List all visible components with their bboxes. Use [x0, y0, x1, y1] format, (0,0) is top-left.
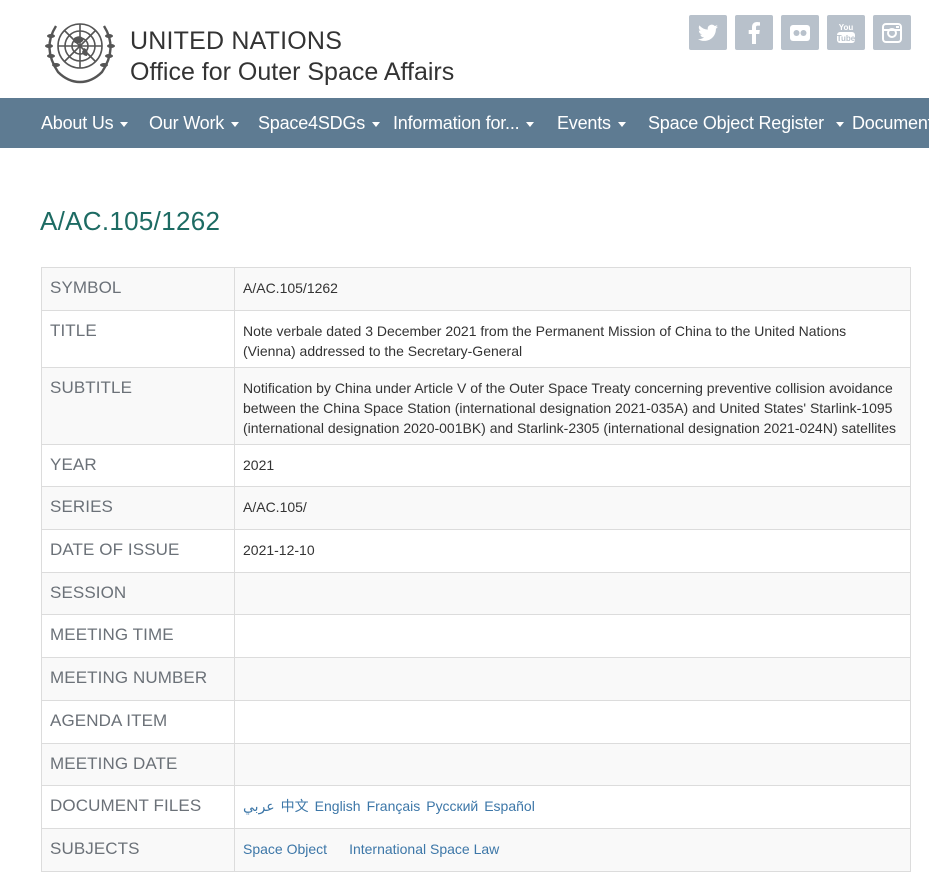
table-row: SYMBOL A/AC.105/1262: [41, 267, 911, 311]
table-row: MEETING NUMBER: [41, 657, 911, 701]
row-value: [234, 657, 911, 701]
row-value: [234, 614, 911, 658]
row-label: SERIES: [41, 486, 235, 530]
nav-item-space-object-register[interactable]: Space Object Register: [648, 98, 844, 148]
caret-down-icon: [526, 121, 535, 127]
main-navigation: About Us Our Work Space4SDGs Information…: [0, 98, 929, 148]
table-row: DATE OF ISSUE 2021-12-10: [41, 529, 911, 573]
nav-label: Events: [557, 113, 611, 133]
nav-item-events[interactable]: Events: [557, 98, 626, 148]
site-header: UNITED NATIONS Office for Outer Space Af…: [0, 0, 929, 98]
nav-label: Space Object Register: [648, 113, 824, 133]
nav-label: About Us: [41, 113, 114, 133]
caret-down-icon: [372, 121, 381, 127]
svg-text:You: You: [839, 23, 854, 32]
svg-text:Tube: Tube: [837, 34, 856, 43]
row-value: [234, 743, 911, 786]
table-row: MEETING DATE: [41, 743, 911, 786]
flickr-icon: [790, 24, 810, 41]
row-value: Note verbale dated 3 December 2021 from …: [234, 310, 911, 368]
row-label: TITLE: [41, 310, 235, 368]
row-value: 2021-12-10: [234, 529, 911, 573]
facebook-button[interactable]: [735, 15, 773, 50]
table-row: SERIES A/AC.105/: [41, 486, 911, 530]
nav-label: Information for...: [393, 113, 520, 133]
row-label: SUBTITLE: [41, 367, 235, 445]
row-value: [234, 572, 911, 615]
nav-item-documents[interactable]: Documents: [852, 98, 929, 148]
nav-item-about-us[interactable]: About Us: [41, 98, 129, 148]
file-link-spanish[interactable]: Español: [484, 798, 535, 814]
subject-link-space-object[interactable]: Space Object: [243, 841, 327, 857]
row-label: MEETING NUMBER: [41, 657, 235, 701]
social-links: You Tube: [689, 15, 911, 50]
caret-down-icon: [617, 121, 626, 127]
document-metadata-table: SYMBOL A/AC.105/1262 TITLE Note verbale …: [41, 267, 911, 872]
nav-label: Our Work: [149, 113, 225, 133]
facebook-icon: [748, 21, 760, 44]
row-label: SUBJECTS: [41, 828, 235, 872]
page-title: A/AC.105/1262: [40, 206, 221, 236]
nav-label: Space4SDGs: [258, 113, 366, 133]
youtube-icon: You Tube: [837, 23, 856, 43]
caret-down-icon: [835, 121, 844, 127]
row-value: A/AC.105/: [234, 486, 911, 530]
twitter-icon: [698, 24, 718, 41]
table-row: MEETING TIME: [41, 614, 911, 658]
row-label: MEETING TIME: [41, 614, 235, 658]
un-emblem-icon[interactable]: [40, 14, 120, 84]
row-label: DOCUMENT FILES: [41, 785, 235, 829]
row-label: DATE OF ISSUE: [41, 529, 235, 573]
file-link-french[interactable]: Français: [367, 798, 421, 814]
table-row: TITLE Note verbale dated 3 December 2021…: [41, 310, 911, 368]
file-link-chinese[interactable]: 中文: [281, 798, 309, 814]
caret-down-icon: [231, 121, 240, 127]
org-name-line2: Office for Outer Space Affairs: [130, 58, 455, 86]
instagram-button[interactable]: [873, 15, 911, 50]
org-name[interactable]: UNITED NATIONS Office for Outer Space Af…: [130, 26, 454, 88]
row-label: YEAR: [41, 444, 235, 487]
row-value: 2021: [234, 444, 911, 487]
row-label: AGENDA ITEM: [41, 700, 235, 744]
table-row: YEAR 2021: [41, 444, 911, 487]
file-link-arabic[interactable]: عربي: [243, 798, 275, 814]
nav-label: Documents: [852, 113, 929, 133]
subject-link-international-space-law[interactable]: International Space Law: [349, 841, 499, 857]
subjects: Space Object International Space Law: [234, 828, 911, 872]
row-label: SESSION: [41, 572, 235, 615]
twitter-button[interactable]: [689, 15, 727, 50]
youtube-button[interactable]: You Tube: [827, 15, 865, 50]
table-row: SESSION: [41, 572, 911, 615]
row-label: MEETING DATE: [41, 743, 235, 786]
org-name-line1: UNITED NATIONS: [130, 27, 343, 55]
row-value: A/AC.105/1262: [234, 267, 911, 311]
caret-down-icon: [120, 121, 129, 127]
row-value: Notification by China under Article V of…: [234, 367, 911, 445]
document-files: عربي 中文 English Français Русский Español: [234, 785, 911, 829]
nav-item-our-work[interactable]: Our Work: [149, 98, 240, 148]
table-row: SUBJECTS Space Object International Space…: [41, 828, 911, 872]
nav-item-space4sdgs[interactable]: Space4SDGs: [258, 98, 381, 148]
table-row: SUBTITLE Notification by China under Art…: [41, 367, 911, 445]
nav-item-information-for[interactable]: Information for...: [393, 98, 535, 148]
flickr-button[interactable]: [781, 15, 819, 50]
instagram-icon: [882, 22, 902, 43]
row-label: SYMBOL: [41, 267, 235, 311]
row-value: [234, 700, 911, 744]
table-row: AGENDA ITEM: [41, 700, 911, 744]
file-link-russian[interactable]: Русский: [426, 798, 478, 814]
file-link-english[interactable]: English: [315, 798, 361, 814]
table-row: DOCUMENT FILES عربي 中文 English Français Русс…: [41, 785, 911, 829]
